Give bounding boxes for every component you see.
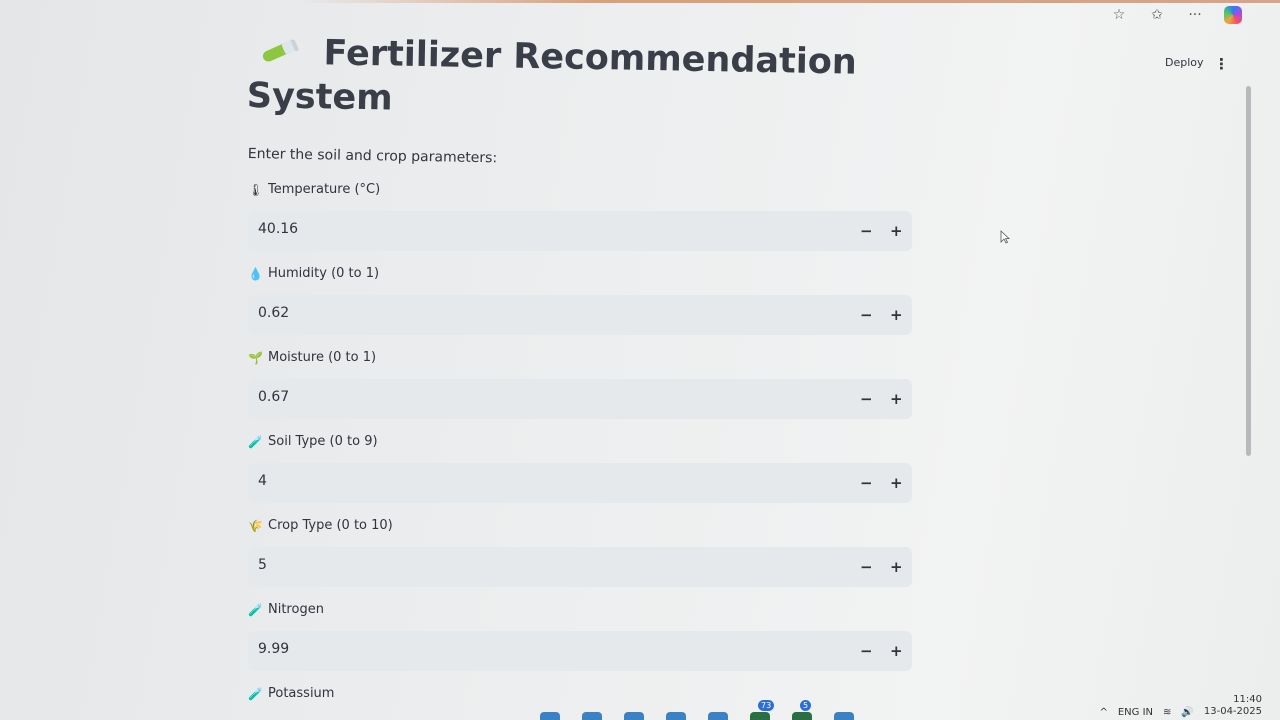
nitrogen-stepper: − + (860, 643, 903, 659)
decrement-button[interactable]: − (860, 307, 873, 323)
test-tube-title-icon (262, 39, 299, 62)
notification-badge: 73 (758, 700, 775, 711)
test-tube-icon: 🧪 (248, 602, 263, 617)
browser-toolbar: ☆ ✩ ··· (0, 0, 1280, 34)
taskbar-app-icon[interactable] (624, 712, 644, 720)
decrement-button[interactable]: − (860, 223, 873, 239)
system-tray: ^ ENG IN ≋ 🔊 11:40 13-04-2025 (1099, 694, 1262, 718)
favorites-star-icon[interactable]: ☆ (1110, 7, 1128, 23)
language-indicator[interactable]: ENG IN (1118, 707, 1153, 718)
wifi-icon[interactable]: ≋ (1163, 707, 1171, 718)
nitrogen-field: 🧪 Nitrogen 9.99 − + (248, 602, 912, 671)
test-tube-icon: 🧪 (248, 686, 263, 701)
increment-button[interactable]: + (890, 391, 903, 407)
nitrogen-label: 🧪 Nitrogen (248, 602, 912, 617)
nitrogen-value[interactable]: 9.99 (258, 641, 289, 657)
temperature-stepper: − + (860, 223, 903, 239)
more-icon[interactable]: ··· (1186, 7, 1204, 23)
soil-type-label-text: Soil Type (0 to 9) (268, 434, 378, 449)
taskbar: 73 5 ^ ENG IN ≋ 🔊 11:40 13-04-2025 (0, 694, 1280, 720)
mouse-cursor-icon (1000, 230, 1010, 244)
moisture-label: 🌱 Moisture (0 to 1) (248, 350, 912, 365)
taskbar-app-icon[interactable] (708, 712, 728, 720)
copilot-icon[interactable] (1224, 6, 1242, 24)
taskbar-app-icon[interactable] (540, 712, 560, 720)
droplet-icon: 💧 (248, 266, 263, 281)
nitrogen-input[interactable]: 9.99 − + (248, 631, 912, 671)
moisture-field: 🌱 Moisture (0 to 1) 0.67 − + (248, 350, 912, 419)
crop-type-value[interactable]: 5 (258, 557, 267, 573)
decrement-button[interactable]: − (860, 643, 873, 659)
taskbar-app-icon[interactable]: 73 (750, 700, 775, 720)
soil-type-field: 🧪 Soil Type (0 to 9) 4 − + (248, 434, 912, 503)
temperature-input[interactable]: 40.16 − + (248, 211, 912, 251)
moisture-input[interactable]: 0.67 − + (248, 379, 912, 419)
soil-type-value[interactable]: 4 (258, 473, 267, 489)
language-text: ENG (1117, 707, 1140, 718)
crop-icon: 🌾 (248, 518, 263, 533)
increment-button[interactable]: + (890, 307, 903, 323)
increment-button[interactable]: + (890, 559, 903, 575)
progress-accent (300, 0, 1280, 3)
crop-type-stepper: − + (860, 559, 903, 575)
humidity-stepper: − + (860, 307, 903, 323)
instructions-text: Enter the soil and crop parameters: (247, 146, 498, 167)
taskbar-apps: 73 5 (540, 700, 854, 720)
thermometer-icon: 🌡 (248, 182, 264, 197)
main-content: Fertilizer Recommendation System Enter t… (246, 30, 912, 701)
deploy-button[interactable]: Deploy (1165, 56, 1204, 69)
decrement-button[interactable]: − (860, 475, 873, 491)
notification-badge: 5 (800, 700, 812, 711)
soil-type-input[interactable]: 4 − + (248, 463, 912, 503)
increment-button[interactable]: + (890, 643, 903, 659)
temperature-label: 🌡 Temperature (°C) (248, 182, 912, 197)
page-title: Fertilizer Recommendation System (246, 30, 911, 130)
browser-actions: ☆ ✩ ··· (1110, 6, 1242, 24)
main-menu-icon[interactable]: ⋮ (1214, 55, 1229, 73)
humidity-value[interactable]: 0.62 (258, 305, 289, 321)
temperature-field: 🌡 Temperature (°C) 40.16 − + (248, 182, 912, 251)
chevron-up-icon[interactable]: ^ (1099, 707, 1107, 718)
potassium-label-text: Potassium (268, 686, 335, 701)
temperature-label-text: Temperature (°C) (268, 182, 381, 197)
moisture-stepper: − + (860, 391, 903, 407)
collections-icon[interactable]: ✩ (1148, 7, 1166, 23)
soil-type-label: 🧪 Soil Type (0 to 9) (248, 434, 912, 449)
clock-time: 11:40 (1233, 694, 1262, 705)
taskbar-app-icon[interactable] (834, 712, 854, 720)
seedling-icon: 🌱 (248, 350, 263, 365)
crop-type-label-text: Crop Type (0 to 10) (268, 518, 393, 533)
moisture-label-text: Moisture (0 to 1) (268, 350, 377, 365)
increment-button[interactable]: + (890, 223, 903, 239)
crop-type-field: 🌾 Crop Type (0 to 10) 5 − + (248, 518, 912, 587)
taskbar-app-icon[interactable] (666, 712, 686, 720)
humidity-field: 💧 Humidity (0 to 1) 0.62 − + (248, 266, 912, 335)
potassium-label: 🧪 Potassium (248, 686, 912, 701)
volume-icon[interactable]: 🔊 (1181, 707, 1193, 718)
page-title-text: Fertilizer Recommendation System (246, 33, 858, 119)
clock-date: 13-04-2025 (1203, 706, 1262, 717)
scrollbar[interactable] (1246, 86, 1251, 456)
soil-icon: 🧪 (248, 434, 263, 449)
nitrogen-label-text: Nitrogen (268, 602, 324, 617)
crop-type-label: 🌾 Crop Type (0 to 10) (248, 518, 912, 533)
humidity-label-text: Humidity (0 to 1) (268, 266, 380, 281)
taskbar-app-icon[interactable] (582, 712, 602, 720)
taskbar-app-icon[interactable]: 5 (792, 700, 812, 720)
soil-type-stepper: − + (860, 475, 903, 491)
language-region: IN (1142, 707, 1154, 718)
increment-button[interactable]: + (890, 475, 903, 491)
clock[interactable]: 11:40 13-04-2025 (1204, 694, 1262, 718)
temperature-value[interactable]: 40.16 (258, 221, 298, 237)
humidity-label: 💧 Humidity (0 to 1) (248, 266, 912, 281)
potassium-field: 🧪 Potassium (248, 686, 912, 701)
moisture-value[interactable]: 0.67 (258, 389, 289, 405)
decrement-button[interactable]: − (860, 559, 873, 575)
crop-type-input[interactable]: 5 − + (248, 547, 912, 587)
decrement-button[interactable]: − (860, 391, 873, 407)
humidity-input[interactable]: 0.62 − + (248, 295, 912, 335)
